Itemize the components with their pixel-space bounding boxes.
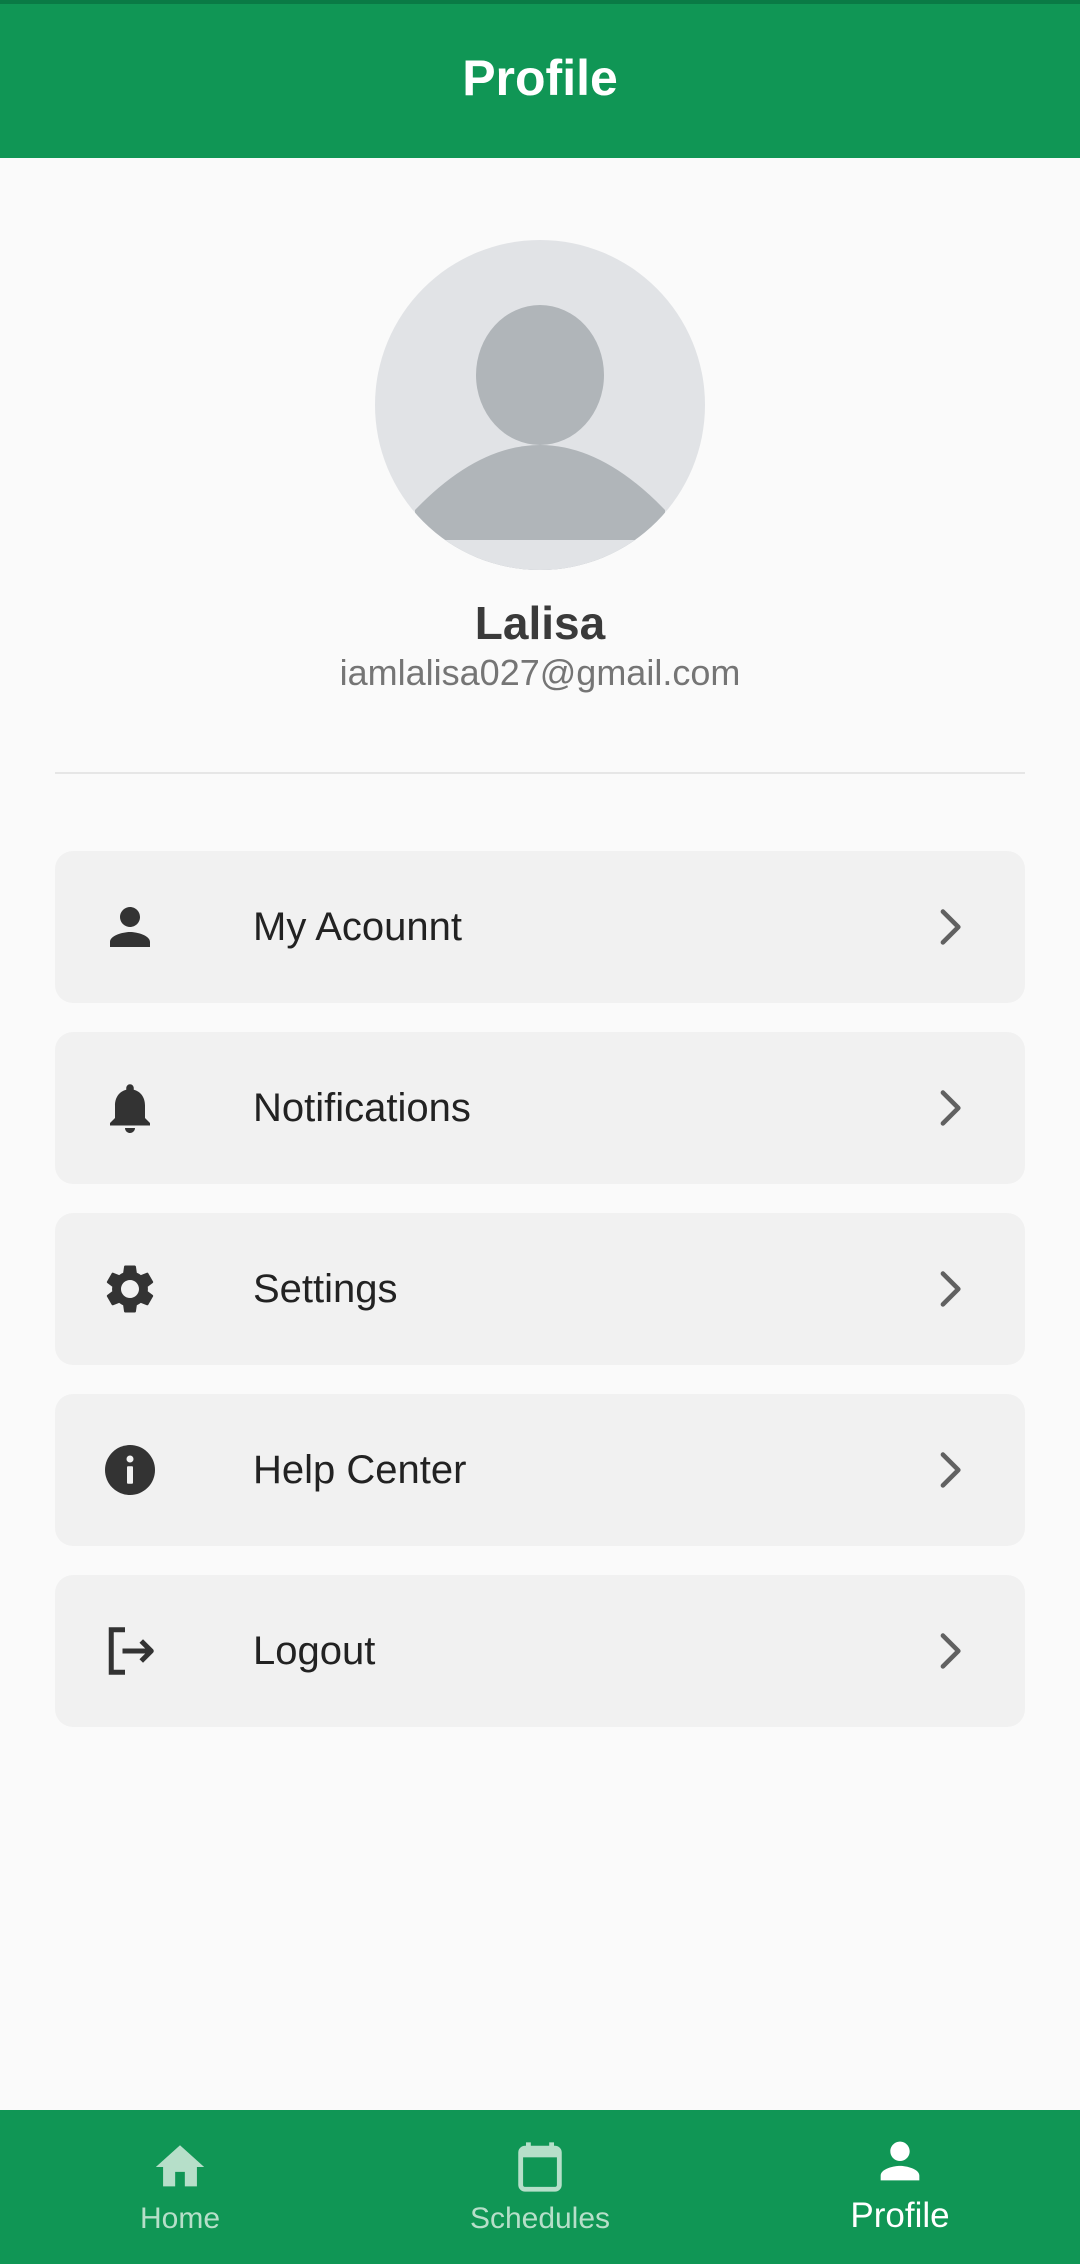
person-icon <box>100 897 160 957</box>
logout-icon <box>100 1621 160 1681</box>
menu-item-label: Help Center <box>253 1448 467 1492</box>
bell-icon <box>100 1078 160 1138</box>
nav-item-home[interactable]: Home <box>0 2110 360 2264</box>
profile-name: Lalisa <box>474 597 606 649</box>
home-icon <box>151 2138 209 2196</box>
page-title: Profile <box>462 50 618 106</box>
info-icon <box>100 1440 160 1500</box>
nav-item-label: Profile <box>850 2196 950 2235</box>
person-icon <box>871 2132 929 2190</box>
menu-item-label: Settings <box>253 1267 398 1311</box>
app-bar: Profile <box>0 4 1080 158</box>
chevron-right-icon <box>925 1264 975 1314</box>
menu-item-notifications[interactable]: Notifications <box>55 1032 1025 1184</box>
avatar <box>375 240 705 570</box>
chevron-right-icon <box>925 1083 975 1133</box>
menu-item-logout[interactable]: Logout <box>55 1575 1025 1727</box>
chevron-right-icon <box>925 1445 975 1495</box>
menu-item-label: Logout <box>253 1629 376 1673</box>
person-placeholder-icon <box>375 305 705 570</box>
gear-icon <box>100 1259 160 1319</box>
menu-item-help-center[interactable]: Help Center <box>55 1394 1025 1546</box>
nav-item-label: Home <box>139 2202 221 2235</box>
menu-item-settings[interactable]: Settings <box>55 1213 1025 1365</box>
menu-item-label: Notifications <box>253 1086 471 1130</box>
chevron-right-icon <box>925 1626 975 1676</box>
nav-item-label: Schedules <box>469 2202 611 2235</box>
calendar-icon <box>511 2138 569 2196</box>
chevron-right-icon <box>925 902 975 952</box>
divider <box>55 772 1025 774</box>
menu-item-label: My Acounnt <box>253 905 463 949</box>
profile-email: iamlalisa027@gmail.com <box>339 652 741 693</box>
menu-item-my-account[interactable]: My Acounnt <box>55 851 1025 1003</box>
bottom-navigation: Home Schedules Profile <box>0 2110 1080 2264</box>
profile-menu: My Acounnt Notifications Settings Help C… <box>55 851 1025 1756</box>
nav-item-schedules[interactable]: Schedules <box>360 2110 720 2264</box>
nav-item-profile[interactable]: Profile <box>720 2110 1080 2264</box>
